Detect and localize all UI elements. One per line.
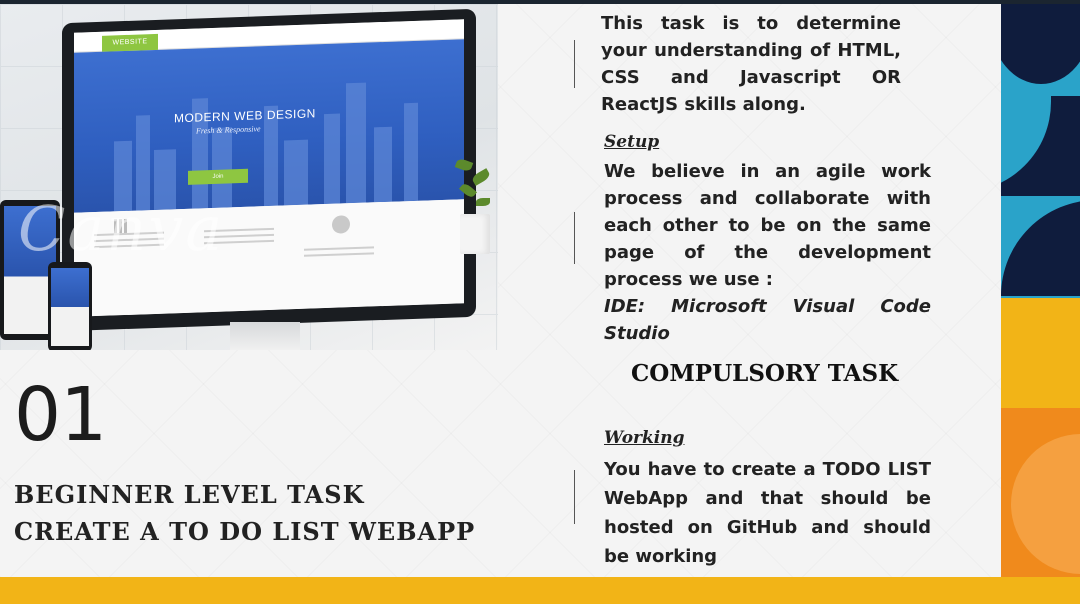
divider-intro — [574, 40, 575, 88]
ide-text: IDE: Microsoft Visual Code Studio — [604, 296, 931, 344]
phone-mockup — [48, 262, 92, 350]
monitor-mockup: WEBSITE MODERN WEB DESIGN Fresh & Respon… — [62, 8, 476, 332]
task-level-title: BEGINNER LEVEL TASK — [14, 480, 365, 509]
task-name-title: CREATE A TO DO LIST WEBAPP — [14, 517, 476, 546]
site-nav-label: WEBSITE — [102, 33, 158, 52]
divider-setup — [574, 212, 575, 264]
bottom-border — [0, 577, 1080, 604]
plant-decoration — [452, 154, 498, 254]
monitor-screen: WEBSITE MODERN WEB DESIGN Fresh & Respon… — [74, 19, 464, 317]
working-heading: Working — [604, 428, 685, 448]
site-banner: MODERN WEB DESIGN Fresh & Responsive Joi… — [74, 39, 464, 213]
divider-working — [574, 470, 575, 524]
compulsory-heading: COMPULSORY TASK — [631, 360, 899, 387]
task-number: 01 — [14, 372, 107, 458]
site-content — [74, 199, 464, 317]
setup-text: We believe in an agile work process and … — [604, 161, 931, 290]
banner-subtitle: Fresh & Responsive — [196, 124, 261, 136]
working-text: You have to create a TODO LIST WebApp an… — [604, 459, 931, 567]
decorative-pattern — [1001, 4, 1080, 577]
pie-chart-icon — [332, 215, 350, 234]
setup-heading: Setup — [604, 132, 660, 152]
intro-text: This task is to determine your understan… — [601, 13, 901, 115]
monitor-stand — [230, 322, 300, 350]
hero-image: WEBSITE MODERN WEB DESIGN Fresh & Respon… — [0, 4, 498, 350]
join-button: Join — [188, 168, 248, 185]
